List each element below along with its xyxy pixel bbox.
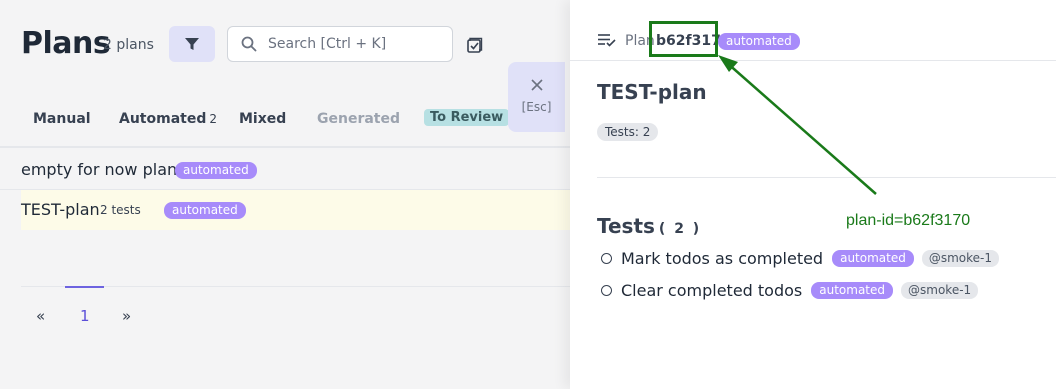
plan-row-selected[interactable]: TEST-plan 2 tests automated — [21, 190, 570, 230]
panel-header: Plan b62f3170 automated — [570, 0, 1056, 61]
plan-detail-title: TEST-plan — [597, 80, 707, 104]
search-icon — [241, 36, 257, 52]
esc-hint: [Esc] — [521, 100, 552, 114]
close-panel-button[interactable]: [Esc] — [508, 62, 565, 132]
plan-type-tabs: Manual Automated 2 Mixed Generated To Rev… — [0, 100, 570, 148]
plans-count: 2 plans — [103, 37, 154, 53]
close-icon — [530, 79, 543, 91]
test-name[interactable]: Mark todos as completed — [621, 249, 823, 268]
test-type-badge: automated — [811, 281, 894, 299]
plan-type-badge: automated — [718, 33, 800, 50]
filter-icon — [185, 38, 199, 50]
active-page-indicator — [65, 286, 104, 288]
test-item[interactable]: Clear completed todos automated @smoke-1 — [601, 279, 979, 301]
bullet-icon — [601, 284, 612, 296]
page-title: Plans — [21, 26, 111, 61]
pagination: « 1 » — [21, 286, 570, 346]
divider — [597, 177, 1056, 178]
plan-id-highlight-box — [649, 21, 718, 57]
checklist-icon[interactable] — [465, 35, 485, 55]
test-name[interactable]: Clear completed todos — [621, 281, 802, 300]
plan-type-badge: automated — [175, 162, 257, 179]
tab-automated[interactable]: Automated 2 — [119, 111, 217, 127]
annotation-label: plan-id=b62f3170 — [846, 212, 971, 229]
plan-tests-count: 2 tests — [100, 203, 141, 217]
tab-mixed[interactable]: Mixed — [239, 111, 286, 127]
plan-type-badge: automated — [164, 202, 246, 219]
next-page-button[interactable]: » — [122, 307, 131, 325]
prev-page-button[interactable]: « — [36, 307, 45, 325]
test-item[interactable]: Mark todos as completed automated @smoke… — [601, 247, 1000, 269]
tests-count-chip: Tests: 2 — [597, 123, 659, 141]
plans-list-pane: Plans 2 plans Search [Ctrl + K] Manual A… — [0, 0, 570, 389]
plan-title[interactable]: TEST-plan — [21, 200, 100, 219]
bullet-icon — [601, 252, 612, 264]
test-type-badge: automated — [832, 249, 914, 267]
tab-generated[interactable]: Generated — [317, 111, 400, 127]
tab-manual[interactable]: Manual — [33, 111, 91, 127]
search-input[interactable]: Search [Ctrl + K] — [227, 26, 453, 62]
tab-to-review[interactable]: To Review — [424, 109, 510, 126]
tests-heading: Tests( 2 ) — [597, 214, 702, 238]
test-tag: @smoke-1 — [921, 249, 1000, 267]
plan-detail-panel: Plan b62f3170 automated TEST-plan Tests:… — [570, 0, 1056, 389]
tests-heading-count: ( 2 ) — [658, 221, 702, 237]
list-check-icon — [598, 34, 616, 47]
test-tag: @smoke-1 — [901, 281, 979, 299]
plan-row[interactable]: empty for now plan automated — [0, 150, 570, 190]
filter-button[interactable] — [169, 26, 215, 62]
page-1-button[interactable]: 1 — [80, 307, 90, 325]
plan-title[interactable]: empty for now plan — [21, 160, 177, 179]
search-placeholder: Search [Ctrl + K] — [268, 36, 387, 52]
